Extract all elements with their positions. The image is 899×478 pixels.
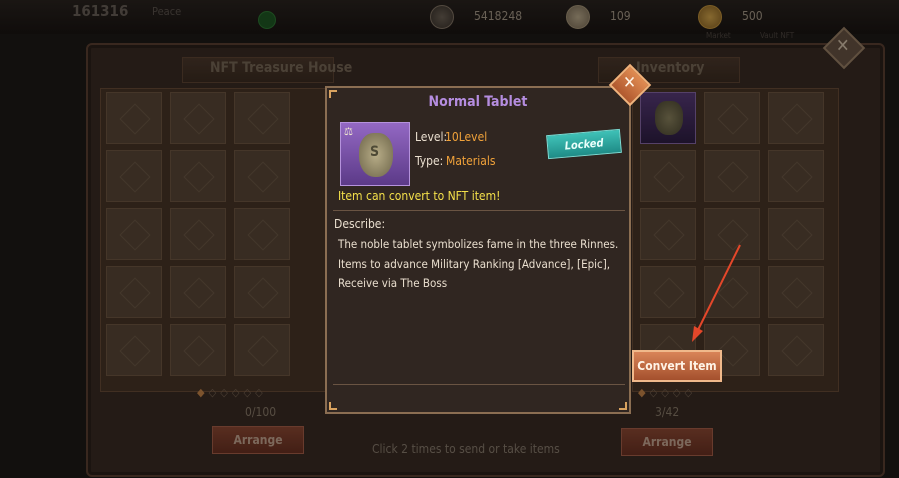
- arrow-shaft: [696, 244, 741, 333]
- annotation-arrow: [692, 244, 741, 342]
- arrow-head-icon: [692, 326, 703, 342]
